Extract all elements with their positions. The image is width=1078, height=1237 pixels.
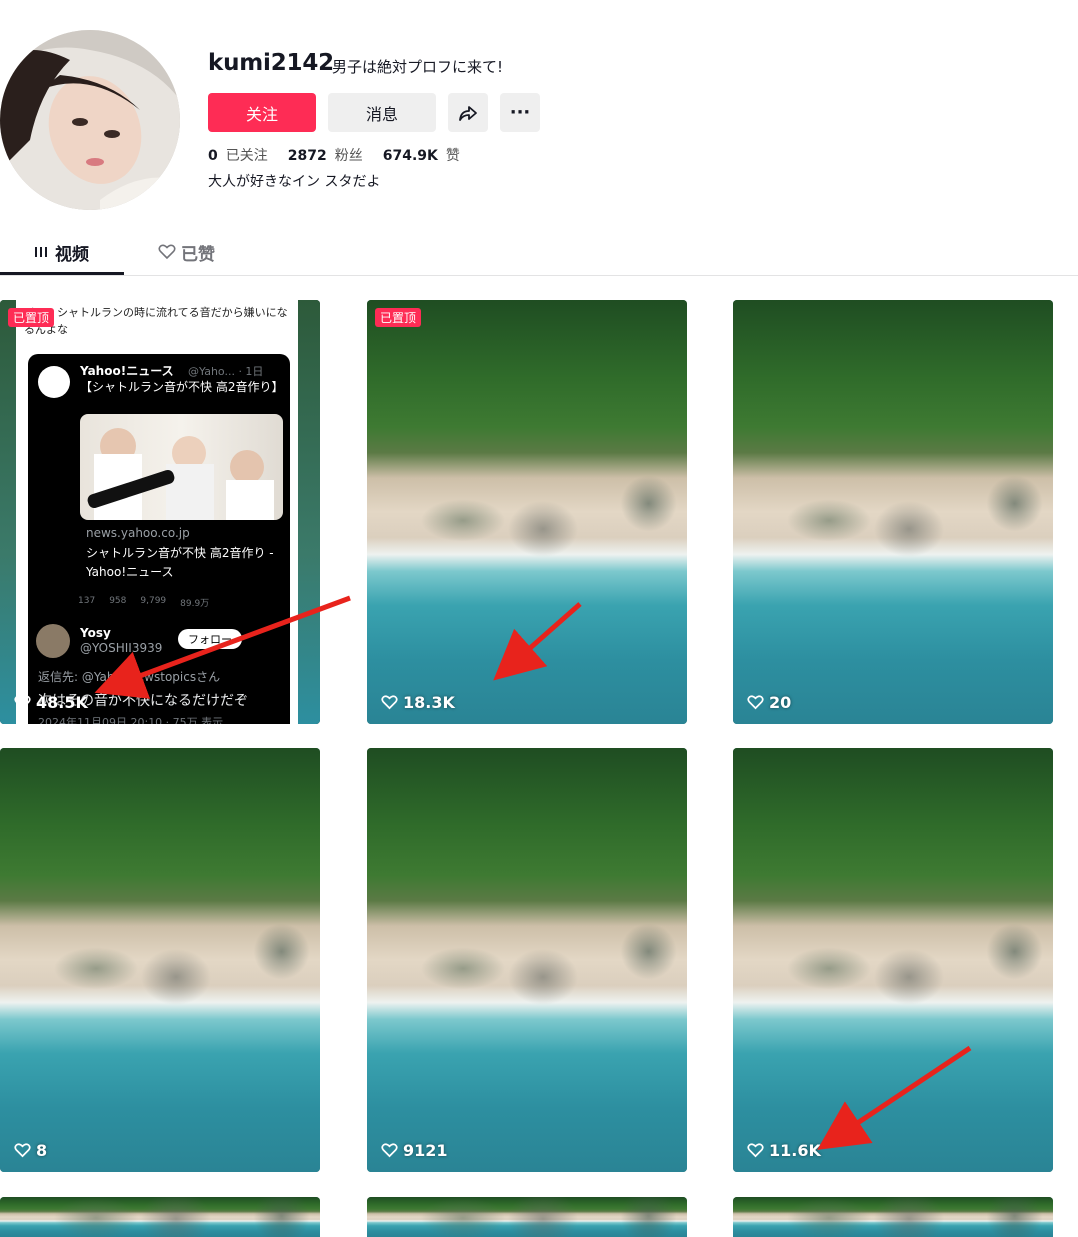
heart-icon — [747, 695, 764, 710]
tab-label: 视频 — [55, 244, 89, 265]
pinned-badge: 已置顶 — [375, 308, 422, 327]
share-button[interactable] — [448, 93, 488, 132]
profile-avatar — [0, 30, 180, 210]
share-icon — [459, 105, 477, 121]
reply-name: Yosy — [80, 626, 111, 640]
pinned-badge: 已置顶 — [8, 308, 55, 327]
likes-count: 11.6K — [769, 1141, 821, 1160]
video-thumbnail — [733, 748, 1053, 1172]
tweet-image — [80, 414, 283, 520]
video-card-8[interactable] — [367, 1197, 687, 1237]
video-card-2[interactable]: 已置顶 18.3K — [367, 300, 687, 724]
video-card-1[interactable]: イン シャトルランの時に流れてる音だから嫌いになるんよな Yahoo!ニュース … — [0, 300, 320, 724]
tweet-link-domain: news.yahoo.co.jp — [86, 526, 190, 540]
stat-likes: 674.9K 赞 — [383, 145, 460, 165]
video-likes: 8 — [14, 1141, 47, 1160]
tweet-frame: Yahoo!ニュース @Yaho... · 1日 【シャトルラン音が不快 高2音… — [16, 350, 298, 724]
heart-outline-icon — [158, 244, 176, 260]
stat-following[interactable]: 0 已关注 — [208, 145, 268, 165]
yahoo-avatar-icon — [38, 366, 70, 398]
heart-icon — [747, 1143, 764, 1158]
tweet-metrics: 137 958 9,799 89.9万 — [78, 596, 209, 609]
more-button[interactable]: ··· — [500, 93, 540, 132]
video-likes: 48.5K — [14, 693, 88, 712]
reply-avatar — [36, 624, 70, 658]
stat-value: 0 — [208, 148, 218, 164]
video-card-7[interactable] — [0, 1197, 320, 1237]
video-thumbnail — [0, 1197, 320, 1237]
tab-label: 已赞 — [181, 244, 215, 265]
heart-icon — [14, 1143, 31, 1158]
video-likes: 20 — [747, 693, 791, 712]
video-thumbnail: イン シャトルランの時に流れてる音だから嫌いになるんよな Yahoo!ニュース … — [0, 300, 320, 724]
tweet-views-count: 89.9万 — [180, 599, 210, 609]
video-thumbnail — [0, 748, 320, 1172]
grid-icon — [35, 247, 47, 257]
video-thumbnail — [367, 300, 687, 724]
reply-date: 2024年11月09日 20:10 · 75万 表示 — [38, 716, 224, 724]
heart-icon — [381, 1143, 398, 1158]
tab-active-indicator — [0, 272, 124, 275]
likes-count: 9121 — [403, 1141, 448, 1160]
video-thumbnail — [733, 300, 1053, 724]
tweet-account-name: Yahoo!ニュース — [80, 364, 174, 378]
tweet-retweets-count: 958 — [109, 596, 127, 606]
follow-button[interactable]: 关注 — [208, 93, 316, 132]
likes-count: 8 — [36, 1141, 48, 1160]
tab-videos[interactable]: 视频 — [34, 232, 89, 272]
tweet-text: 【シャトルラン音が不快 高2音作り】 — [80, 380, 284, 394]
tweet-caption: イン シャトルランの時に流れてる音だから嫌いになるんよな — [16, 300, 298, 350]
reply-follow-button: フォロー — [178, 629, 242, 649]
stat-value: 2872 — [287, 148, 327, 164]
profile-stats: 0 已关注 2872 粉丝 674.9K 赞 — [208, 145, 460, 165]
profile-bio: 大人が好きなイン スタだよ — [208, 174, 381, 190]
video-thumbnail — [733, 1197, 1053, 1237]
tweet-account-handle: @Yaho... · 1日 — [188, 365, 264, 378]
tweet-panel: Yahoo!ニュース @Yaho... · 1日 【シャトルラン音が不快 高2音… — [28, 354, 290, 724]
stat-label: 赞 — [445, 148, 460, 164]
stat-followers[interactable]: 2872 粉丝 — [288, 145, 363, 165]
stat-label: 粉丝 — [334, 148, 363, 164]
tweet-likes-count: 9,799 — [140, 596, 167, 606]
profile-tabs: 视频 已赞 — [0, 232, 1078, 276]
video-thumbnail — [367, 748, 687, 1172]
tweet-replies-count: 137 — [78, 596, 96, 606]
video-card-6[interactable]: 11.6K — [733, 748, 1053, 1172]
tweet-link-title: シャトルラン音が不快 高2音作り - Yahoo!ニュース — [86, 546, 274, 579]
stat-label: 已关注 — [225, 148, 268, 164]
video-card-4[interactable]: 8 — [0, 748, 320, 1172]
video-likes: 18.3K — [381, 693, 455, 712]
tab-liked[interactable]: 已赞 — [158, 232, 215, 272]
reply-handle: @YOSHII3939 — [80, 641, 163, 655]
likes-count: 18.3K — [403, 693, 455, 712]
username: kumi2142 — [208, 50, 334, 76]
video-thumbnail — [367, 1197, 687, 1237]
reply-to: 返信先: @Yahoonewstopicsさん — [38, 670, 221, 684]
likes-count: 20 — [769, 693, 792, 712]
heart-icon — [14, 695, 31, 710]
video-card-9[interactable] — [733, 1197, 1053, 1237]
stat-value: 674.9K — [382, 148, 438, 164]
likes-count: 48.5K — [36, 693, 88, 712]
video-card-5[interactable]: 9121 — [367, 748, 687, 1172]
video-likes: 11.6K — [747, 1141, 821, 1160]
more-icon: ··· — [509, 102, 531, 123]
video-likes: 9121 — [381, 1141, 448, 1160]
nickname: 男子は絶対プロフに来て! — [332, 58, 504, 76]
message-button[interactable]: 消息 — [328, 93, 436, 132]
video-card-3[interactable]: 20 — [733, 300, 1053, 724]
heart-icon — [381, 695, 398, 710]
